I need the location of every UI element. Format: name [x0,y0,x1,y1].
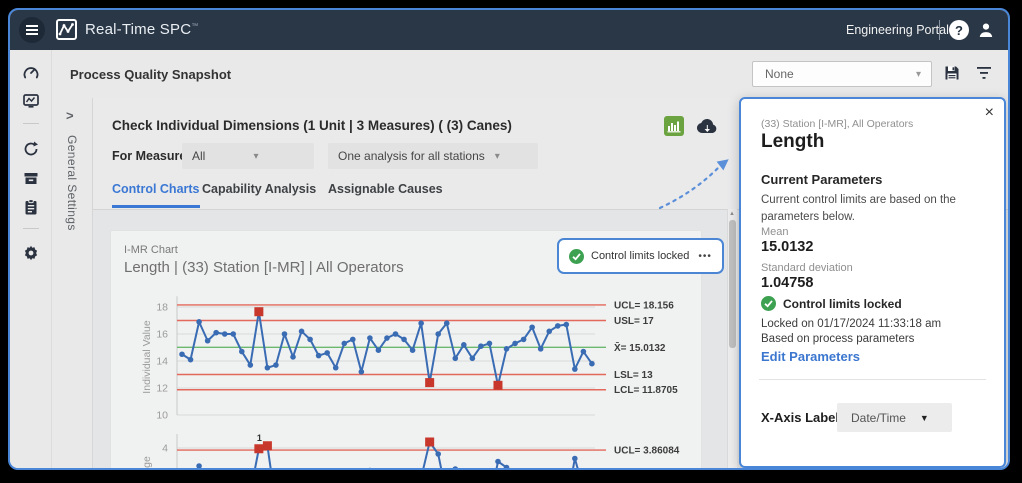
portal-selector[interactable]: Engineering Portal▾ [846,23,958,37]
check-circle-icon [569,249,584,264]
preset-select-value: None [765,67,904,81]
tab-assignable-causes[interactable]: Assignable Causes [328,182,443,205]
sidebar-item-refresh[interactable] [22,140,40,158]
page-title: Process Quality Snapshot [70,67,231,82]
for-measure-label: For Measure: [112,149,191,163]
xaxis-dropdown-value: Date/Time [851,411,906,425]
hamburger-menu-icon[interactable] [19,17,45,43]
parameters-panel: × (33) Station [I-MR], All Operators Len… [739,97,1006,468]
close-icon[interactable]: × [985,104,994,122]
app-window: Real-Time SPC™ Engineering Portal▾ ? Pro… [8,8,1010,470]
sidebar-item-archive[interactable] [22,169,40,187]
measure-dropdown[interactable]: All ▾ [182,143,314,169]
help-icon[interactable]: ? [949,20,969,40]
chart-type-label: I-MR Chart [124,244,178,256]
chart-title: Length | (33) Station [I-MR] | All Opera… [124,259,404,276]
sd-label: Standard deviation [761,262,853,274]
scrollbar-up-arrow-icon[interactable]: ▲ [729,211,735,217]
save-icon[interactable] [942,63,962,83]
mean-label: Mean [761,226,789,238]
navbar-divider [939,20,940,40]
sidebar-item-clipboard[interactable] [22,198,40,216]
preset-select[interactable]: None ▾ [752,61,932,87]
analysis-heading: Check Individual Dimensions (1 Unit | 3 … [112,118,512,133]
user-icon[interactable] [976,20,996,40]
lock-status-row: Control limits locked [761,296,902,311]
edit-parameters-link[interactable]: Edit Parameters [761,349,860,364]
top-navbar: Real-Time SPC™ Engineering Portal▾ ? [10,10,1008,50]
badge-label: Control limits locked [591,250,689,262]
lock-status-label: Control limits locked [783,297,902,311]
analysis-mode-dropdown[interactable]: One analysis for all stations ▾ [328,143,538,169]
scrollbar-thumb[interactable] [729,220,736,348]
sidebar-divider [23,123,39,124]
sidebar-rail [10,50,52,470]
panel-title: Length [761,131,824,153]
chevron-down-icon: ▾ [916,69,921,80]
sidebar-item-dashboard[interactable] [22,64,40,82]
measure-dropdown-value: All [192,149,244,163]
badge-menu-icon[interactable]: ••• [698,251,712,262]
check-circle-icon [761,296,776,311]
app-title: Real-Time SPC™ [85,21,198,38]
sidebar-divider [23,228,39,229]
sd-value: 1.04758 [761,275,813,291]
panel-context: (33) Station [I-MR], All Operators [761,118,913,130]
analysis-mode-value: One analysis for all stations [338,149,485,163]
chevron-down-icon: ▼ [920,413,940,423]
expand-chevron-icon[interactable]: > [66,108,74,123]
tab-capability-analysis[interactable]: Capability Analysis [202,182,316,205]
current-parameters-heading: Current Parameters [761,172,882,187]
filter-icon[interactable] [975,65,993,81]
cloud-download-icon[interactable] [694,115,720,137]
chevron-down-icon: ▾ [254,151,306,162]
mean-value: 15.0132 [761,239,813,255]
xaxis-label: X-Axis Label: [761,410,843,425]
xaxis-dropdown[interactable]: Date/Time ▼ [837,403,952,432]
control-limits-locked-badge[interactable]: Control limits locked ••• [557,238,724,274]
chevron-down-icon: ▾ [495,151,529,162]
trademark: ™ [191,23,198,30]
locked-on-text: Locked on 01/17/2024 11:33:18 am [761,318,941,330]
parameters-description: Current control limits are based on the … [761,192,989,225]
sidebar-item-monitor-chart[interactable] [22,92,40,110]
chart-view-button[interactable] [664,116,684,136]
general-settings-label: General Settings [65,135,79,231]
app-logo-icon [56,19,77,40]
based-on-text: Based on process parameters [761,333,914,345]
tab-control-charts[interactable]: Control Charts [112,182,200,208]
sidebar-item-settings-gear-icon[interactable] [22,244,40,262]
panel-divider [759,379,986,380]
